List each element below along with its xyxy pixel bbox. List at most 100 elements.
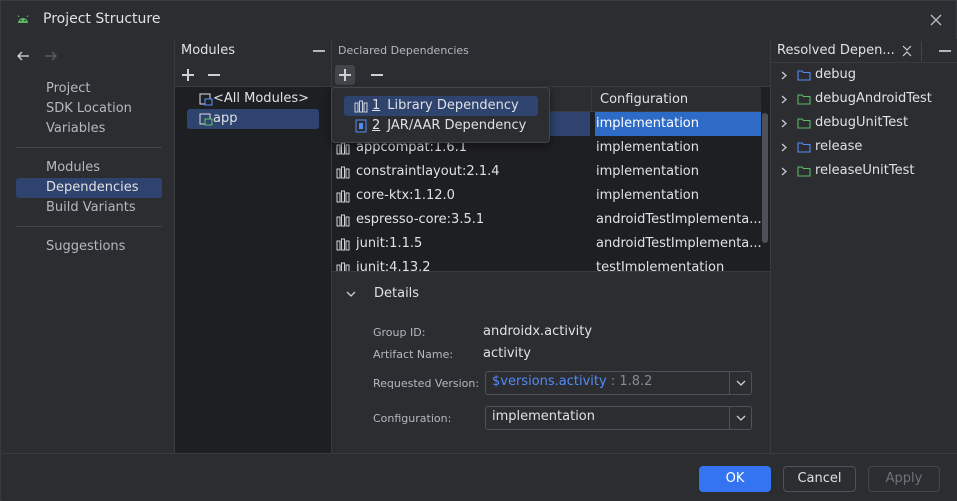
module-folder-icon xyxy=(199,93,213,106)
module-item-label: <All Modules> xyxy=(213,91,310,106)
modules-panel: Modules <All Modules> app xyxy=(174,39,331,453)
library-icon xyxy=(336,142,350,155)
folder-icon xyxy=(797,94,811,105)
table-row[interactable]: core-ktx:1.12.0 implementation xyxy=(332,184,761,208)
menu-item-jar-aar-dependency[interactable]: 2 JAR/AAR Dependency xyxy=(344,116,538,136)
dropdown-button[interactable] xyxy=(729,372,751,394)
table-row[interactable]: junit:1.1.5 androidTestImplementa... xyxy=(332,232,761,256)
dialog-footer: OK Cancel Apply xyxy=(2,453,957,501)
module-item-all-modules[interactable]: <All Modules> xyxy=(187,89,319,109)
collapse-minus-icon[interactable] xyxy=(939,50,951,52)
folder-icon xyxy=(797,118,811,129)
configuration-combo[interactable]: implementation xyxy=(485,406,752,430)
resolved-item-label: releaseUnitTest xyxy=(815,163,915,178)
resolved-dependencies-panel: Resolved Depen... debug debugAndroidTest d… xyxy=(770,39,957,453)
resolved-tree-item[interactable]: release xyxy=(779,137,862,157)
group-id-label: Group ID: xyxy=(373,326,426,339)
dependency-name: core-ktx:1.12.0 xyxy=(356,188,455,203)
chevron-right-icon[interactable] xyxy=(781,95,787,104)
nav-item-build-variants[interactable]: Build Variants xyxy=(16,198,162,218)
ok-button[interactable]: OK xyxy=(699,466,771,492)
menu-item-library-dependency[interactable]: 1 Library Dependency xyxy=(344,96,538,116)
modules-toolbar xyxy=(175,63,331,87)
remove-module-button[interactable] xyxy=(204,65,224,85)
minus-icon xyxy=(208,69,220,81)
library-icon xyxy=(336,214,350,227)
title-bar: Project Structure xyxy=(1,1,956,39)
nav-divider xyxy=(16,226,162,227)
chevron-down-icon xyxy=(736,380,746,386)
remove-dependency-button[interactable] xyxy=(367,65,387,85)
chevron-right-icon[interactable] xyxy=(781,71,787,80)
header-divider xyxy=(921,41,922,61)
nav-item-variables[interactable]: Variables xyxy=(16,119,162,139)
version-reference: $versions.activity xyxy=(492,374,607,389)
jar-file-icon xyxy=(355,119,367,133)
back-arrow-icon[interactable] xyxy=(16,49,30,63)
library-icon xyxy=(336,262,350,271)
nav-arrows xyxy=(16,49,58,63)
dependency-configuration: androidTestImplementa... xyxy=(596,236,761,251)
forward-arrow-icon[interactable] xyxy=(44,49,58,63)
artifact-name-value: activity xyxy=(483,346,531,361)
modules-header: Modules xyxy=(175,39,331,63)
resolved-header-label: Resolved Depen... xyxy=(777,43,895,58)
chevron-right-icon[interactable] xyxy=(781,143,787,152)
requested-version-value: $versions.activity : 1.8.2 xyxy=(492,374,652,389)
table-row[interactable]: espresso-core:3.5.1 androidTestImplementa… xyxy=(332,208,761,232)
window-title: Project Structure xyxy=(43,11,161,27)
artifact-name-label: Artifact Name: xyxy=(373,348,454,361)
close-icon[interactable] xyxy=(928,12,944,28)
nav-divider xyxy=(16,147,162,148)
dependency-configuration: androidTestImplementa... xyxy=(596,212,761,227)
minus-icon xyxy=(371,69,383,81)
configuration-value: implementation xyxy=(492,409,596,424)
table-row[interactable]: constraintlayout:2.1.4 implementation xyxy=(332,160,761,184)
project-structure-window: Project Structure Project SDK Location V… xyxy=(0,0,957,501)
nav-item-modules[interactable]: Modules xyxy=(16,158,162,178)
folder-icon xyxy=(797,166,811,177)
declared-toolbar xyxy=(332,63,770,87)
collapse-minus-icon[interactable] xyxy=(313,50,325,52)
apply-button[interactable]: Apply xyxy=(868,466,940,492)
resolved-tree-item[interactable]: debugAndroidTest xyxy=(779,89,932,109)
cancel-button[interactable]: Cancel xyxy=(783,466,856,492)
chevron-down-icon[interactable] xyxy=(346,291,356,297)
dependency-name: junit:1.1.5 xyxy=(356,236,423,251)
add-dependency-button[interactable] xyxy=(335,65,355,85)
table-scrollbar[interactable] xyxy=(762,113,768,243)
table-row[interactable]: junit:4.13.2 testImplementation xyxy=(332,256,761,271)
dependency-configuration: implementation xyxy=(596,164,700,179)
folder-icon xyxy=(797,142,811,153)
resolved-tree-item[interactable]: debugUnitTest xyxy=(779,113,908,133)
nav-item-project[interactable]: Project xyxy=(16,79,162,99)
chevron-down-icon xyxy=(736,415,746,421)
nav-item-sdk-location[interactable]: SDK Location xyxy=(16,99,162,119)
menu-item-number: 2 xyxy=(372,118,381,133)
column-header-configuration[interactable]: Configuration xyxy=(600,87,688,112)
chevron-right-icon[interactable] xyxy=(781,119,787,128)
dropdown-button[interactable] xyxy=(729,407,751,429)
nav-item-dependencies[interactable]: Dependencies xyxy=(16,178,162,198)
menu-item-label: Library Dependency xyxy=(387,98,519,113)
add-module-button[interactable] xyxy=(178,65,198,85)
nav-item-suggestions[interactable]: Suggestions xyxy=(16,237,162,257)
resolved-item-label: debug xyxy=(815,67,856,82)
resolved-item-label: debugAndroidTest xyxy=(815,91,932,106)
left-navigation: Project SDK Location Variables Modules D… xyxy=(2,39,174,453)
version-resolved: 1.8.2 xyxy=(619,374,653,389)
requested-version-combo[interactable]: $versions.activity : 1.8.2 xyxy=(485,371,752,395)
dependency-configuration: implementation xyxy=(596,140,700,155)
module-item-app[interactable]: app xyxy=(187,109,319,129)
resolved-tree-item[interactable]: releaseUnitTest xyxy=(779,161,914,181)
collapse-all-icon[interactable] xyxy=(901,45,913,57)
library-icon xyxy=(336,238,350,251)
resolved-tree-item[interactable]: debug xyxy=(779,65,856,85)
plus-icon xyxy=(339,69,351,81)
android-icon xyxy=(17,15,29,23)
declared-header: Declared Dependencies xyxy=(332,39,770,63)
module-item-label: app xyxy=(213,111,238,126)
dependency-configuration: testImplementation xyxy=(596,260,725,271)
dependency-name: espresso-core:3.5.1 xyxy=(356,212,485,227)
chevron-right-icon[interactable] xyxy=(781,167,787,176)
